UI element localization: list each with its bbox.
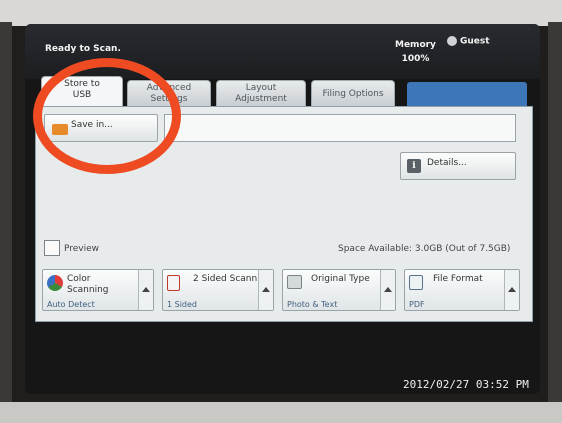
chevron-up-icon[interactable] <box>138 270 153 310</box>
color-scan-icon <box>47 275 63 291</box>
option-title: Original Type <box>311 274 370 284</box>
chevron-up-icon[interactable] <box>380 270 395 310</box>
memory-value: 100% <box>401 54 430 64</box>
memory-label: Memory <box>395 40 436 50</box>
user-indicator[interactable]: Guest <box>447 36 490 47</box>
user-name: Guest <box>460 36 490 47</box>
preview-checkbox[interactable] <box>44 240 60 256</box>
date-time-display: 2012/02/27 03:52 PM <box>403 378 529 391</box>
tab-label: Layout Adjustment <box>235 83 287 104</box>
original-type-icon <box>287 275 302 289</box>
highlight-circle <box>33 58 181 174</box>
two-sided-scanning-button[interactable]: 2 Sided Scanning 1 Sided <box>162 269 274 311</box>
preview-label: Preview <box>64 244 100 254</box>
tab-strip-fill <box>407 82 527 108</box>
memory-indicator: Memory 100% <box>395 38 436 66</box>
option-value: 1 Sided <box>167 300 198 309</box>
save-path-field[interactable]: / <box>164 114 516 142</box>
details-label: Details... <box>427 158 467 168</box>
color-scanning-button[interactable]: Color Scanning Auto Detect <box>42 269 154 311</box>
file-format-icon <box>409 275 423 290</box>
tab-filing-options[interactable]: Filing Options <box>311 80 395 108</box>
file-format-button[interactable]: File Format PDF <box>404 269 520 311</box>
status-message: Ready to Scan. <box>45 44 121 54</box>
option-value: PDF <box>409 300 425 309</box>
sided-scan-icon <box>167 275 180 291</box>
details-button[interactable]: i Details... <box>400 152 516 180</box>
space-available-text: Space Available: 3.0GB (Out of 7.5GB) <box>338 244 511 254</box>
option-title: File Format <box>433 274 483 284</box>
info-icon: i <box>407 159 421 173</box>
option-title: Color Scanning <box>67 274 109 295</box>
bezel-left <box>0 22 12 412</box>
option-value: Auto Detect <box>47 300 95 309</box>
bezel-right <box>548 22 562 412</box>
bezel-bottom <box>0 402 562 423</box>
chevron-up-icon[interactable] <box>504 270 519 310</box>
user-icon <box>447 36 457 46</box>
tab-label: Filing Options <box>322 89 384 99</box>
bezel-top <box>0 0 562 26</box>
option-value: Photo & Text <box>287 300 338 309</box>
tab-layout-adjustment[interactable]: Layout Adjustment <box>216 80 306 108</box>
original-type-button[interactable]: Original Type Photo & Text <box>282 269 396 311</box>
chevron-up-icon[interactable] <box>258 270 273 310</box>
